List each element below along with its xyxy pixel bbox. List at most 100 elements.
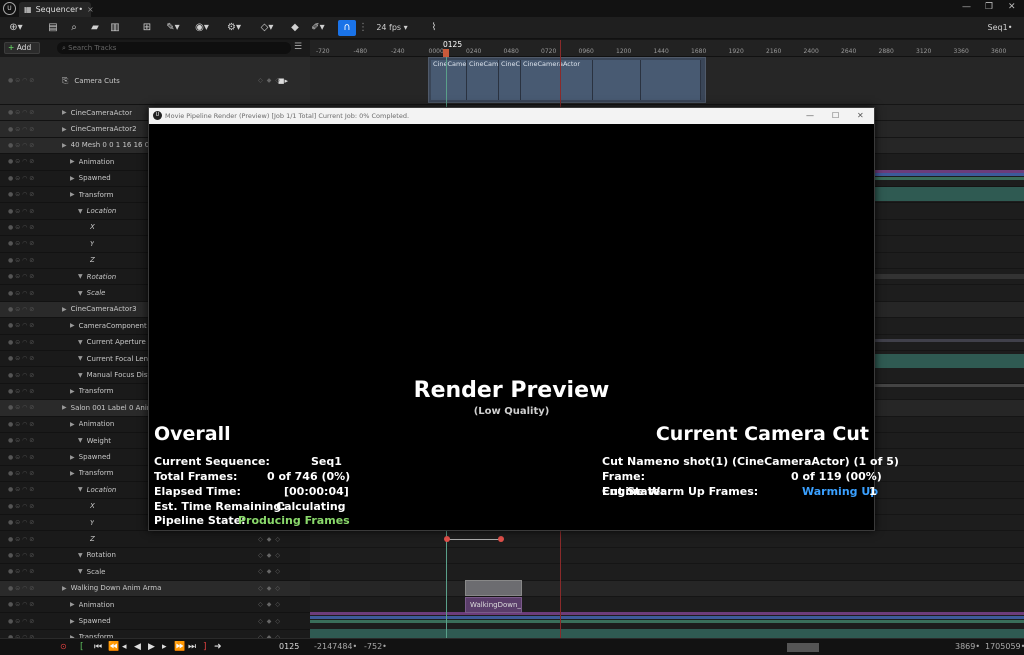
track-controls[interactable]: ● ⊝ ◠ ⊘ (0, 404, 52, 411)
range-start-field[interactable]: -2147484• (314, 642, 357, 651)
camera-cut-thumbnail[interactable]: CineCameraActor (521, 60, 593, 100)
expand-arrow-icon[interactable]: ▶ (70, 421, 75, 428)
track-controls[interactable]: ● ⊝ ◠ ⊘ (0, 470, 52, 477)
track-controls[interactable]: ● ⊝ ◠ ⊘ (0, 388, 52, 395)
track-section[interactable] (310, 616, 1024, 619)
track-controls[interactable]: ● ⊝ ◠ ⊘ (0, 158, 52, 165)
track-controls[interactable]: ● ⊝ ◠ ⊘ (0, 290, 52, 297)
track-controls[interactable]: ● ⊝ ◠ ⊘ (0, 240, 52, 247)
expand-arrow-icon[interactable]: ▶ (62, 109, 67, 116)
track-controls[interactable]: ● ⊝ ◠ ⊘ (0, 355, 52, 362)
browse-icon[interactable]: ⌕ (67, 20, 81, 36)
track-section[interactable] (310, 629, 1024, 638)
keyframe[interactable] (498, 536, 504, 542)
expand-arrow-icon[interactable]: ▶ (70, 322, 75, 329)
filter-icon[interactable]: ☰ (294, 42, 302, 52)
timeline-lane[interactable] (310, 580, 1024, 597)
track-section[interactable] (310, 620, 1024, 623)
track-controls[interactable]: ● ⊝ ◠ ⊘ (0, 175, 52, 182)
keyframe-nav-icon[interactable]: ◇◆◇ (258, 618, 284, 625)
camera-cut-thumbnail[interactable]: CineCamer (431, 60, 467, 100)
minimize-icon[interactable]: — (806, 108, 814, 124)
horizontal-scrollbar[interactable] (787, 643, 819, 652)
expand-arrow-icon[interactable]: ▼ (78, 273, 83, 280)
jump-start-icon[interactable]: ⏮ (94, 642, 102, 652)
more-icon[interactable]: ⋮ (358, 20, 368, 36)
fps-dropdown[interactable]: 24 fps ▾ (372, 20, 412, 36)
keyframe-nav-icon[interactable]: ◇◆◇ (258, 77, 284, 84)
hierarchy-icon[interactable]: ⊞ (140, 20, 154, 36)
track-controls[interactable]: ● ⊝ ◠ ⊘ (0, 257, 52, 264)
track-row[interactable]: ● ⊝ ◠ ⊘ ⎘ ■▸ Camera Cuts ◇◆◇ (0, 57, 310, 105)
expand-arrow-icon[interactable]: ▶ (70, 388, 75, 395)
time-ruler[interactable]: -720 -480 -240 0000 0240 0480 0720 0960 1200 1440… (310, 40, 1024, 57)
jump-end-icon[interactable]: ⏭ (188, 642, 196, 652)
step-back-icon[interactable]: ◂ (122, 642, 127, 652)
animation-clip[interactable]: WalkingDown_ (465, 597, 522, 613)
close-tab-icon[interactable]: × (87, 5, 94, 14)
timeline-lane[interactable] (310, 564, 1024, 581)
track-controls[interactable]: ● ⊝ ◠ ⊘ (0, 273, 52, 280)
key-icon[interactable]: ◇▾ (257, 20, 277, 36)
track-row[interactable]: ● ⊝ ◠ ⊘ Z ◇◆◇ (0, 531, 310, 548)
expand-arrow-icon[interactable]: ▶ (62, 142, 67, 149)
expand-arrow-icon[interactable]: ▶ (70, 454, 75, 461)
expand-arrow-icon[interactable]: ▶ (70, 158, 75, 165)
sequencer-tab[interactable]: ▦ Sequencer• × (19, 2, 94, 17)
view-icon[interactable]: ◉▾ (192, 20, 212, 36)
timeline-lane[interactable] (310, 597, 1024, 614)
close-window-icon[interactable]: ✕ (1008, 2, 1016, 12)
track-controls[interactable]: ● ⊝ ◠ ⊘ (0, 486, 52, 493)
expand-arrow-icon[interactable]: ▼ (78, 339, 83, 346)
track-controls[interactable]: ● ⊝ ◠ ⊘ (0, 568, 52, 575)
clapper-icon[interactable]: ▥ (108, 20, 122, 36)
track-row[interactable]: ● ⊝ ◠ ⊘ ▶Walking Down Anim Armature Armat… (0, 580, 310, 597)
camera-cut-strip[interactable]: CineCamerCineCameCineCamCineCameraActor (428, 57, 706, 103)
keyframe-nav-icon[interactable]: ◇◆◇ (258, 536, 284, 543)
playhead-handle[interactable] (443, 49, 449, 57)
folder-icon[interactable]: ▰ (88, 20, 102, 36)
expand-arrow-icon[interactable]: ▼ (78, 437, 83, 444)
track-row[interactable]: ● ⊝ ◠ ⊘ ▶Animation ◇◆◇ (0, 597, 310, 614)
timeline-lane[interactable] (310, 547, 1024, 565)
expand-arrow-icon[interactable]: ▼ (78, 486, 83, 493)
animation-section[interactable] (465, 580, 522, 596)
expand-arrow-icon[interactable]: ▶ (62, 126, 67, 133)
expand-arrow-icon[interactable]: ▶ (70, 175, 75, 182)
curve-icon[interactable]: ✐▾ (308, 20, 328, 36)
track-controls[interactable]: ● ⊝ ◠ ⊘ (0, 552, 52, 559)
track-controls[interactable]: ● ⊝ ◠ ⊘ (0, 536, 52, 543)
expand-arrow-icon[interactable]: ▼ (78, 355, 83, 362)
keyframe-nav-icon[interactable]: ◇◆◇ (258, 601, 284, 608)
expand-arrow-icon[interactable]: ▶ (70, 470, 75, 477)
range-end-field[interactable]: 1705059• (985, 642, 1024, 651)
snap-magnet-icon[interactable]: ∩ (338, 20, 356, 36)
keyframe-nav-icon[interactable]: ◇◆◇ (258, 552, 284, 559)
track-section[interactable] (310, 612, 1024, 615)
expand-arrow-icon[interactable]: ▶ (70, 601, 75, 608)
expand-arrow-icon[interactable]: ▼ (78, 208, 83, 215)
unreal-logo-icon[interactable]: U (3, 2, 16, 15)
range-start-icon[interactable]: [ (80, 642, 84, 652)
playback-options-icon[interactable]: ⚙▾ (224, 20, 244, 36)
step-back-key-icon[interactable]: ⏪ (108, 642, 119, 652)
track-controls[interactable]: ● ⊝ ◠ ⊘ (0, 585, 52, 592)
track-row[interactable]: ● ⊝ ◠ ⊘ ▼Rotation ◇◆◇ (0, 548, 310, 565)
expand-arrow-icon[interactable]: ▼ (78, 568, 83, 575)
expand-arrow-icon[interactable]: ▼ (78, 552, 83, 559)
world-icon[interactable]: ⊕▾ (6, 20, 26, 36)
track-controls[interactable]: ● ⊝ ◠ ⊘ (0, 306, 52, 313)
track-controls[interactable]: ● ⊝ ◠ ⊘ (0, 142, 52, 149)
track-controls[interactable]: ● ⊝ ◠ ⊘ (0, 437, 52, 444)
keyframe-nav-icon[interactable]: ◇◆◇ (258, 585, 284, 592)
minimize-icon[interactable]: — (962, 2, 971, 12)
add-track-button[interactable]: + Add (4, 42, 40, 54)
track-controls[interactable]: ● ⊝ ◠ ⊘ (0, 421, 52, 428)
preview-title-bar[interactable]: Movie Pipeline Render (Preview) [Job 1/1… (149, 108, 874, 124)
track-row[interactable]: ● ⊝ ◠ ⊘ ▶Spawned ◇◆◇ (0, 613, 310, 630)
restore-icon[interactable]: ❐ (985, 2, 993, 12)
keyframe-nav-icon[interactable]: ◇◆◇ (258, 568, 284, 575)
track-controls[interactable]: ● ⊝ ◠ ⊘ (0, 372, 52, 379)
expand-arrow-icon[interactable]: ▼ (78, 290, 83, 297)
track-controls[interactable]: ● ⊝ ◠ ⊘ (0, 224, 52, 231)
